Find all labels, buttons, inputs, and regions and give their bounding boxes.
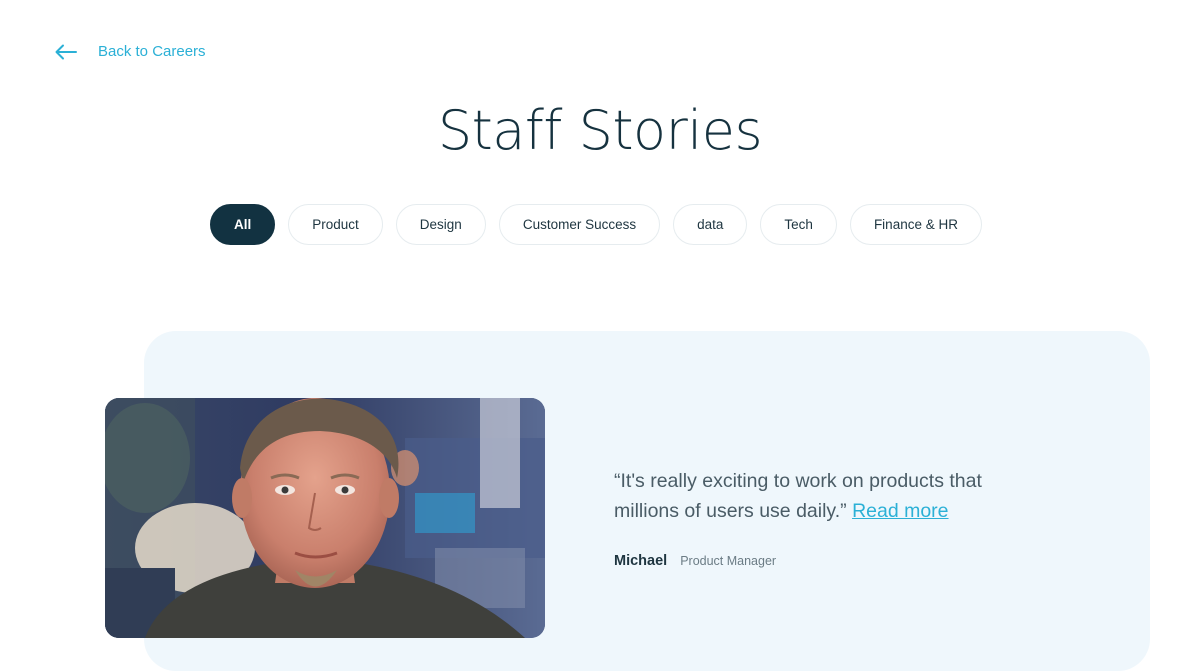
filter-chip-design[interactable]: Design [395,204,486,245]
story-quote: “It's really exciting to work on product… [614,466,1034,526]
filter-chip-product[interactable]: Product [288,204,383,245]
page-title: Staff Stories [437,99,763,162]
filter-chip-data[interactable]: data [673,204,748,245]
filter-chip-tech[interactable]: Tech [760,204,837,245]
story-author: Michael Product Manager [614,553,776,573]
author-role: Product Manager [680,554,777,568]
filter-chip-all[interactable]: All [210,204,276,245]
back-to-careers-label: Back to Careers [98,43,206,60]
arrow-left-icon [55,44,77,60]
staff-photo [105,398,545,638]
read-more-link[interactable]: Read more [852,500,948,522]
category-filter-bar: All Product Design Customer Success data… [210,204,995,245]
filter-chip-customer-success[interactable]: Customer Success [498,204,661,245]
author-name: Michael [614,553,668,569]
filter-chip-finance-hr[interactable]: Finance & HR [849,204,982,245]
back-to-careers-link[interactable]: Back to Careers [55,40,206,64]
